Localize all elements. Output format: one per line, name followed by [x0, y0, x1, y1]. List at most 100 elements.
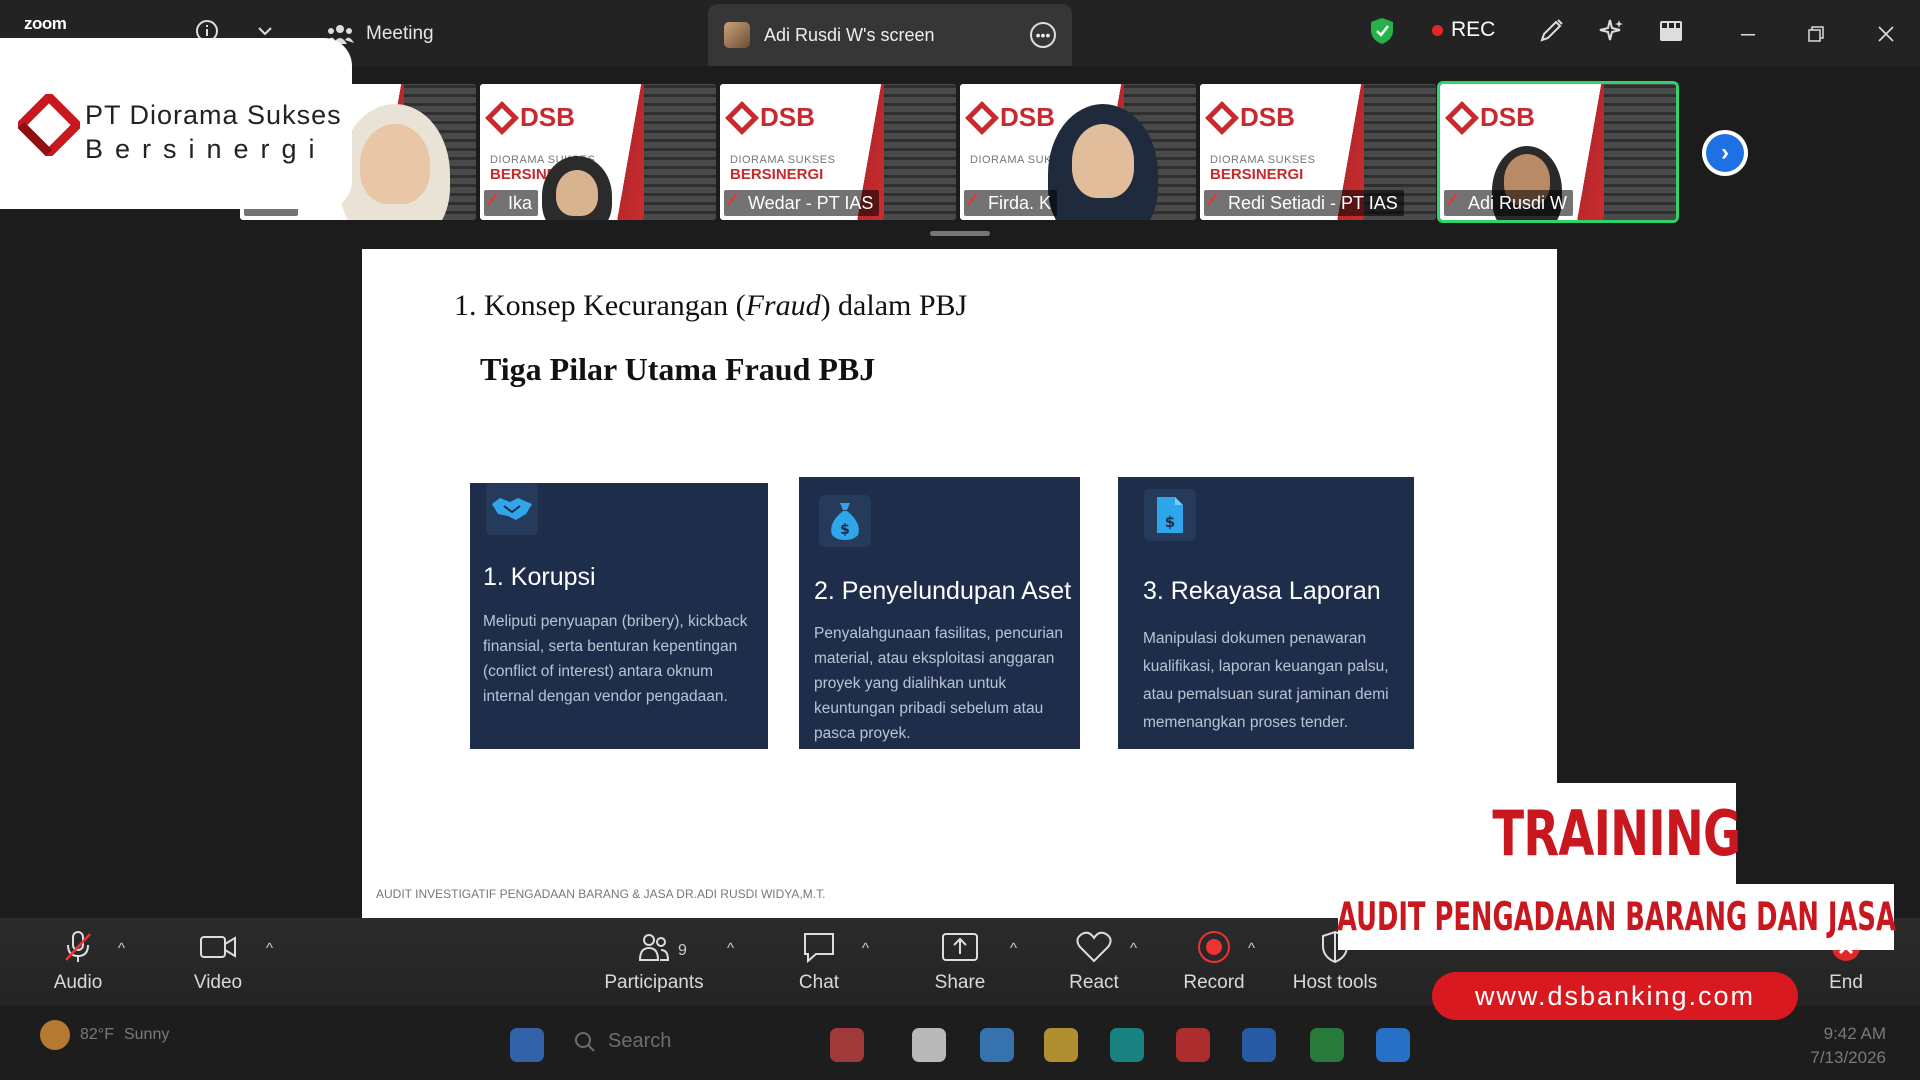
zoom-window: zoom Meeting Adi Rusdi W's screen ••• RE…	[0, 0, 1920, 1080]
clock-date: 7/13/2026	[1810, 1048, 1886, 1067]
pillar-title: 3. Rekayasa Laporan	[1143, 577, 1381, 605]
slide-subtitle: Tiga Pilar Utama Fraud PBJ	[480, 351, 876, 387]
app-icon[interactable]	[1044, 1028, 1078, 1062]
participant-tile[interactable]: DSB DIORAMA SUKSES BERSINERGI Wedar - PT…	[720, 84, 956, 220]
restore-icon[interactable]	[1796, 14, 1836, 54]
audio-button[interactable]: Audio	[50, 930, 106, 994]
chat-options-caret-icon[interactable]: ^	[862, 940, 869, 957]
app-icon[interactable]	[1310, 1028, 1344, 1062]
more-options-icon[interactable]: •••	[1030, 22, 1056, 48]
participant-tile[interactable]: DSB DIORAMA SUKSES BERSINERGI Redi Setia…	[1200, 84, 1436, 220]
weather-widget[interactable]: 82°F Sunny	[40, 1020, 169, 1050]
money-bag-icon: $	[819, 495, 871, 547]
participant-name: Ika	[484, 190, 539, 216]
clock-time: 9:42 AM	[1823, 1024, 1886, 1043]
slide-footer: AUDIT INVESTIGATIF PENGADAAN BARANG & JA…	[376, 887, 826, 901]
next-participants-button[interactable]: ›	[1702, 130, 1748, 176]
app-icon[interactable]	[1110, 1028, 1144, 1062]
audio-options-caret-icon[interactable]: ^	[118, 940, 125, 957]
react-button[interactable]: React	[1068, 930, 1120, 994]
app-icon[interactable]	[1242, 1028, 1276, 1062]
host-tools-label: Host tools	[1292, 972, 1378, 993]
shared-screen-tab[interactable]: Adi Rusdi W's screen •••	[708, 4, 1072, 66]
tile-building	[884, 84, 956, 220]
dsb-diamond-icon	[965, 100, 999, 135]
participant-name: Redi Setiadi - PT IAS	[1204, 190, 1404, 216]
system-clock[interactable]: 9:42 AM 7/13/2026	[1810, 1022, 1886, 1070]
share-label: Share	[934, 972, 986, 993]
resize-handle[interactable]	[930, 231, 990, 236]
search-placeholder: Search	[608, 1030, 672, 1052]
record-dot-icon	[1432, 24, 1443, 36]
participant-tile[interactable]: DSB DIORAMA SUKSES Firda. K	[960, 84, 1196, 220]
recording-indicator[interactable]: REC	[1432, 18, 1495, 42]
share-options-caret-icon[interactable]: ^	[1010, 940, 1017, 957]
pillar-description: Manipulasi dokumen penawaran kualifikasi…	[1143, 630, 1389, 731]
microphone-muted-icon	[63, 930, 93, 964]
dsb-logo: DSB	[1445, 100, 1535, 135]
weather-temp: 82°F	[80, 1026, 114, 1043]
participant-face	[360, 124, 430, 204]
shield-check-icon[interactable]	[1365, 14, 1399, 48]
audio-label: Audio	[53, 972, 103, 993]
dsb-logo: DSB	[485, 100, 575, 135]
record-label: Record	[1183, 972, 1245, 993]
end-label: End	[1829, 972, 1863, 993]
dsb-logo: DSB	[1205, 100, 1295, 135]
video-camera-icon	[199, 930, 237, 964]
app-icon[interactable]	[912, 1028, 946, 1062]
participant-count: 9	[678, 942, 687, 959]
taskbar-search[interactable]: Search	[574, 1030, 671, 1053]
handshake-icon	[486, 483, 538, 535]
tile-building	[1604, 84, 1676, 220]
minimize-icon[interactable]	[1728, 14, 1768, 54]
participant-tile[interactable]: DSB DIORAMA SUKSES BERSINERGI Ika	[480, 84, 716, 220]
chat-button[interactable]: Chat	[794, 930, 844, 994]
view-layout-icon[interactable]	[1654, 14, 1688, 48]
react-options-caret-icon[interactable]: ^	[1130, 940, 1137, 957]
chevron-right-icon: ›	[1706, 134, 1744, 172]
app-icon[interactable]	[980, 1028, 1014, 1062]
share-screen-icon	[941, 930, 979, 964]
chat-label: Chat	[798, 972, 840, 993]
dsb-logo: DSB	[965, 100, 1055, 135]
heart-icon	[1076, 930, 1112, 964]
rec-label: REC	[1451, 18, 1496, 41]
pillar-card-rekayasa: $ 3. Rekayasa Laporan Manipulasi dokumen…	[1118, 477, 1414, 749]
windows-start-icon[interactable]	[510, 1028, 544, 1062]
zoom-app-icon[interactable]	[1376, 1028, 1410, 1062]
react-label: React	[1069, 972, 1119, 993]
video-button[interactable]: Video	[190, 930, 246, 994]
participants-label: Participants	[604, 972, 704, 993]
website-banner: www.dsbanking.com	[1432, 972, 1798, 1020]
svg-text:$: $	[840, 522, 850, 538]
video-options-caret-icon[interactable]: ^	[266, 940, 273, 957]
dsb-diamond-icon	[725, 100, 759, 135]
dsb-diamond-icon	[485, 100, 519, 135]
pillar-description: Penyalahgunaan fasilitas, pencurian mate…	[814, 625, 1064, 742]
participants-options-caret-icon[interactable]: ^	[727, 940, 734, 957]
participants-button[interactable]: Participants	[604, 930, 704, 994]
participant-name: Adi Rusdi W	[1444, 190, 1574, 216]
video-label: Video	[193, 972, 243, 993]
audit-banner: AUDIT PENGADAAN BARANG DAN JASA	[1337, 884, 1895, 950]
participant-tile-active-speaker[interactable]: DSB Adi Rusdi W	[1437, 81, 1679, 223]
participant-face	[1072, 124, 1134, 198]
shared-slide: 1. Konsep Kecurangan (Fraud) dalam PBJ T…	[362, 249, 1557, 919]
share-button[interactable]: Share	[932, 930, 988, 994]
record-icon	[1197, 930, 1231, 964]
participant-strip: ani DSB DIORAMA SUKSES BERSINERGI Ika DS…	[240, 81, 1680, 223]
sun-icon	[40, 1020, 70, 1050]
company-name-line2: Bersinergi	[85, 134, 327, 164]
app-icon[interactable]	[1176, 1028, 1210, 1062]
pillar-card-korupsi: 1. Korupsi Meliputi penyuapan (bribery),…	[470, 483, 768, 749]
training-text: TRAINING	[1491, 797, 1741, 870]
record-button[interactable]: Record	[1182, 930, 1246, 994]
record-options-caret-icon[interactable]: ^	[1248, 940, 1255, 957]
close-icon[interactable]	[1866, 14, 1906, 54]
search-icon	[575, 1031, 595, 1052]
dsb-diamond-icon	[1205, 100, 1239, 135]
annotate-pen-icon[interactable]	[1534, 14, 1568, 48]
app-icon[interactable]	[830, 1028, 864, 1062]
ai-companion-sparkle-icon[interactable]	[1594, 14, 1628, 48]
